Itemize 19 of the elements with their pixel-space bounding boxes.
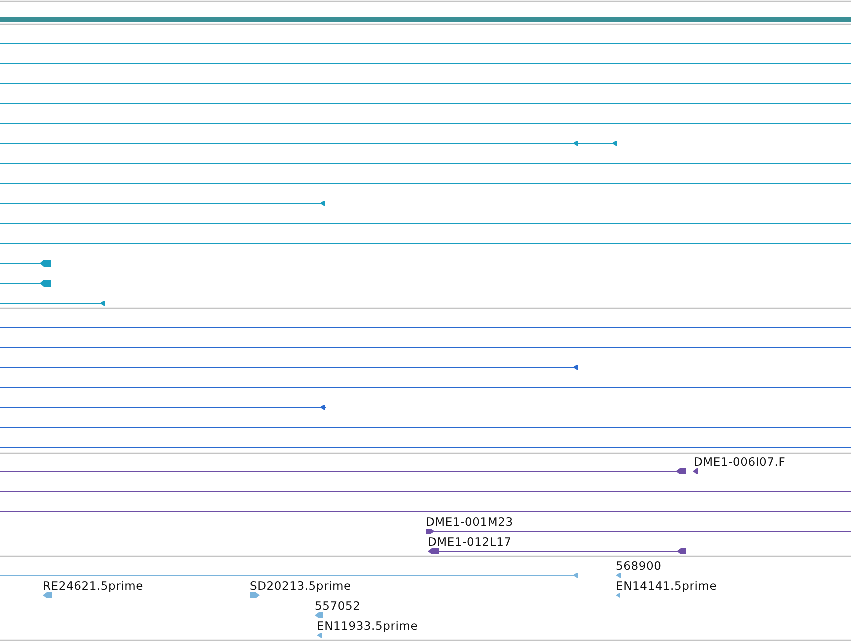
- feature-glyph[interactable]: [0, 405, 326, 410]
- feature-label: DME1-012L17: [428, 535, 512, 549]
- feature-label: SD20213.5prime: [250, 579, 352, 593]
- feature-glyph[interactable]: [0, 280, 52, 287]
- feature-label: DME1-001M23: [426, 515, 514, 529]
- feature-label: 568900: [616, 559, 662, 573]
- feature-glyph[interactable]: [428, 548, 686, 554]
- feature-glyph[interactable]: [0, 301, 106, 306]
- feature-label: 557052: [315, 599, 361, 613]
- feature-glyph[interactable]: [0, 468, 698, 474]
- feature-glyph[interactable]: [0, 260, 52, 267]
- feature-glyph[interactable]: [426, 529, 851, 534]
- feature-label: RE24621.5prime: [43, 579, 144, 593]
- feature-label: EN11933.5prime: [317, 619, 418, 633]
- feature-label: EN14141.5prime: [616, 579, 718, 593]
- feature-glyph[interactable]: [0, 141, 617, 146]
- feature-label: DME1-006I07.F: [694, 455, 786, 469]
- feature-glyph[interactable]: [0, 201, 325, 206]
- feature-glyph[interactable]: [0, 365, 578, 370]
